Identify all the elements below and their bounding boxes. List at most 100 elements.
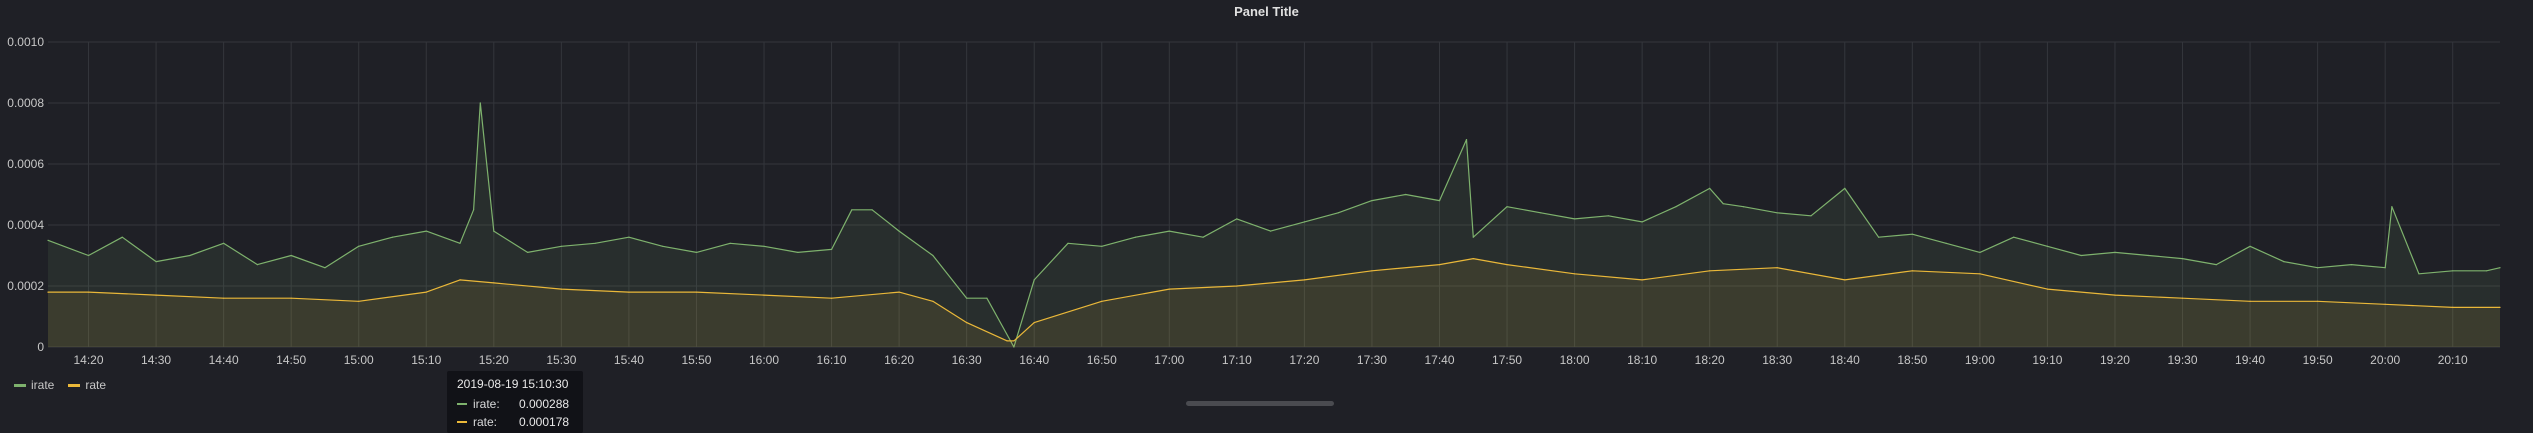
data-point-rate [2499, 306, 2501, 308]
tooltip-value-rate: 0.000178 [519, 415, 570, 429]
tooltip-name-irate: irate: [473, 397, 500, 411]
data-point-irate [1810, 215, 1812, 217]
horizontal-scrollbar[interactable] [1186, 401, 1334, 406]
data-point-rate [223, 297, 225, 299]
x-tick-label: 15:10 [411, 353, 441, 367]
data-point-rate [763, 294, 765, 296]
data-point-irate [1709, 187, 1711, 189]
data-point-irate [1101, 245, 1103, 247]
x-tick-label: 17:00 [1154, 353, 1184, 367]
x-tick-label: 15:20 [479, 353, 509, 367]
tooltip-name-rate: rate: [473, 415, 498, 429]
tooltip-row-rate: rate: 0.000178 [457, 413, 573, 431]
x-tick-label: 18:10 [1627, 353, 1657, 367]
data-point-rate [2046, 288, 2048, 290]
data-point-irate [425, 230, 427, 232]
x-tick-label: 16:40 [1019, 353, 1049, 367]
data-point-irate [1438, 200, 1441, 202]
x-tick-label: 15:00 [344, 353, 374, 367]
x-tick-label: 17:50 [1492, 353, 1522, 367]
x-tick-label: 16:00 [749, 353, 779, 367]
data-point-irate [1202, 236, 1204, 238]
x-tick-label: 14:20 [74, 353, 104, 367]
data-point-irate [2418, 273, 2420, 275]
x-tick-label: 20:10 [2438, 353, 2468, 367]
x-tick-label: 16:50 [1087, 353, 1117, 367]
data-point-irate [1506, 206, 1508, 208]
y-tick-label: 0.0010 [7, 35, 44, 49]
data-point-rate [1776, 267, 1778, 269]
data-point-irate [2499, 267, 2501, 269]
data-point-rate [1006, 340, 1008, 342]
tooltip-value-irate: 0.000288 [519, 397, 570, 411]
data-point-irate [155, 261, 157, 263]
data-point-irate [763, 245, 765, 247]
y-tick-label: 0.0004 [7, 218, 44, 232]
x-tick-label: 17:10 [1222, 353, 1252, 367]
data-point-irate [1776, 212, 1778, 214]
x-tick-label: 17:30 [1357, 353, 1387, 367]
legend-item-rate[interactable]: rate [68, 378, 106, 392]
x-tick-label: 19:30 [2168, 353, 2198, 367]
data-point-irate [324, 267, 326, 269]
data-point-rate [2181, 297, 2184, 299]
data-point-rate [1979, 273, 1981, 275]
data-point-irate [2148, 254, 2150, 257]
data-point-rate [1574, 273, 1576, 275]
data-point-rate [425, 291, 427, 293]
data-point-irate [493, 230, 495, 232]
data-point-irate [1878, 236, 1880, 238]
data-point-irate [1607, 215, 1609, 217]
data-point-irate [628, 236, 630, 238]
y-tick-label: 0 [37, 340, 44, 354]
x-tick-label: 19:00 [1965, 353, 1995, 367]
data-point-irate [594, 242, 596, 244]
data-point-irate [358, 245, 360, 247]
data-point-rate [1506, 264, 1508, 266]
x-tick-label: 14:40 [209, 353, 239, 367]
data-point-rate [1844, 279, 1846, 281]
data-point-irate [1033, 279, 1035, 281]
data-point-irate [2391, 206, 2393, 208]
legend-label-rate: rate [85, 378, 107, 392]
data-point-rate [831, 297, 833, 299]
data-point-rate [932, 300, 934, 302]
data-point-irate [1465, 139, 1468, 141]
data-point-irate [2181, 258, 2184, 260]
data-point-irate [1675, 206, 1677, 208]
data-point-irate [256, 264, 258, 266]
data-point-rate [1911, 270, 1913, 272]
data-point-irate [2249, 245, 2251, 247]
data-point-rate [1013, 340, 1015, 342]
data-point-irate [2013, 236, 2015, 238]
x-tick-label: 19:20 [2100, 353, 2130, 367]
x-tick-label: 18:50 [1897, 353, 1927, 367]
data-point-irate [2485, 270, 2488, 272]
x-tick-label: 15:50 [681, 353, 711, 367]
data-point-irate [662, 245, 664, 247]
data-point-irate [1270, 230, 1272, 232]
data-point-rate [1438, 264, 1441, 266]
legend-item-irate[interactable]: irate [14, 378, 54, 392]
data-point-irate [1134, 236, 1137, 238]
data-point-irate [1236, 218, 1238, 220]
x-tick-label: 16:10 [817, 353, 847, 367]
x-tick-label: 18:00 [1560, 353, 1590, 367]
x-tick-label: 14:50 [276, 353, 306, 367]
x-tick-label: 19:50 [2303, 353, 2333, 367]
graph-panel: Panel Title 0 0.0002 0.0004 0.0006 0.0008 0.0… [0, 0, 2533, 433]
y-tick-label: 0.0006 [7, 157, 44, 171]
x-tick-label: 16:30 [952, 353, 982, 367]
data-point-irate [1979, 251, 1981, 253]
data-point-rate [560, 288, 563, 290]
data-point-irate [851, 209, 853, 211]
data-point-rate [155, 294, 157, 296]
x-tick-label: 18:30 [1762, 353, 1792, 367]
x-tick-label: 18:40 [1830, 353, 1860, 367]
data-point-irate [2317, 267, 2319, 269]
data-point-irate [797, 251, 799, 253]
data-point-irate [966, 297, 968, 299]
data-point-rate [2114, 294, 2116, 296]
chart-svg[interactable]: 00.00020.00040.00060.00080.0010 14:20 14:… [0, 0, 2533, 433]
data-point-rate [2384, 303, 2386, 305]
